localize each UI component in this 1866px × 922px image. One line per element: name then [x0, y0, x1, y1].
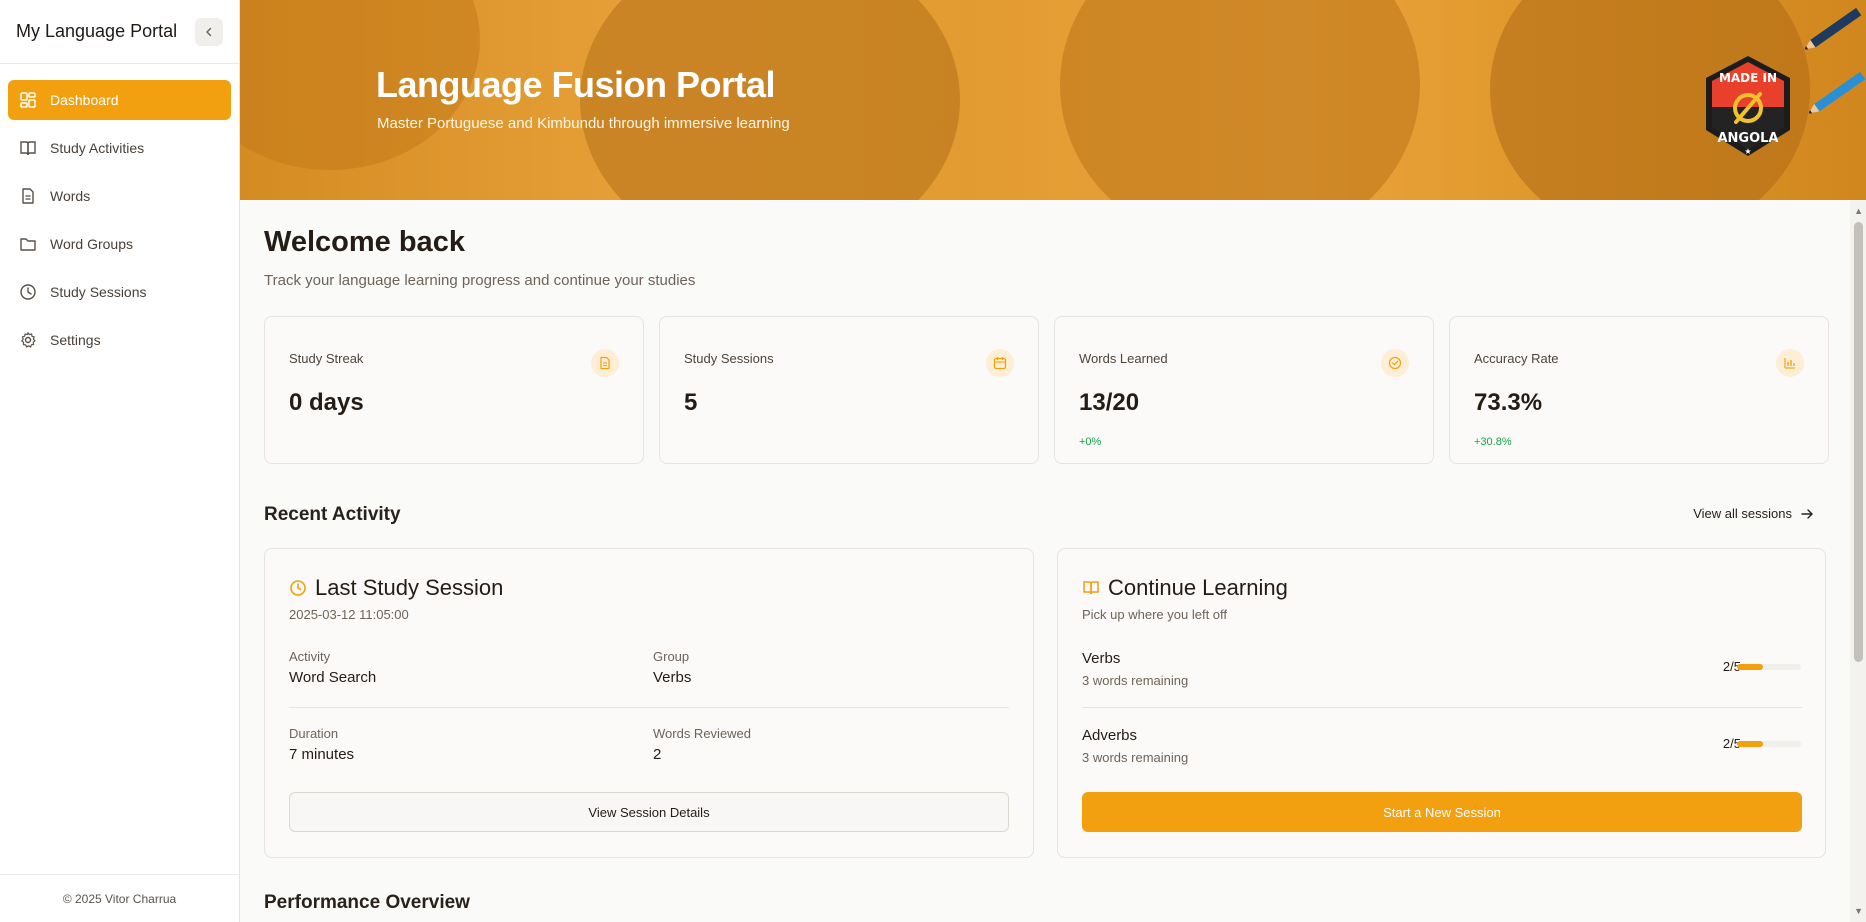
sidebar-item-dashboard[interactable]: Dashboard: [8, 80, 231, 120]
pencils-decoration: [1804, 7, 1866, 114]
welcome-subtitle: Track your language learning progress an…: [264, 272, 696, 289]
sidebar-item-study-sessions[interactable]: Study Sessions: [8, 272, 231, 312]
stat-label: Study Streak: [289, 351, 364, 366]
book-icon: [1083, 581, 1099, 595]
sidebar-item-label: Study Activities: [50, 140, 145, 156]
sidebar-item-study-activities[interactable]: Study Activities: [8, 128, 231, 168]
gear-icon: [18, 330, 38, 350]
progress-fill: [1737, 741, 1763, 747]
document-icon: [18, 186, 38, 206]
sidebar-item-settings[interactable]: Settings: [8, 320, 231, 360]
scroll-up-icon[interactable]: ▲: [1854, 206, 1863, 216]
scroll-down-icon[interactable]: ▼: [1854, 906, 1863, 916]
sidebar-item-words[interactable]: Words: [8, 176, 231, 216]
activity-label: Activity: [289, 649, 331, 664]
welcome-title: Welcome back: [264, 226, 465, 258]
words-reviewed-label: Words Reviewed: [653, 726, 752, 741]
stat-card-study-streak: Study Streak 0 days: [264, 316, 644, 464]
group-value: Verbs: [653, 669, 692, 686]
stat-label: Words Learned: [1079, 351, 1168, 366]
scrollbar-thumb[interactable]: [1854, 222, 1863, 662]
group-name: Adverbs: [1082, 727, 1138, 744]
sidebar-item-word-groups[interactable]: Word Groups: [8, 224, 231, 264]
recent-activity-title: Recent Activity: [264, 504, 401, 525]
stat-label: Study Sessions: [684, 351, 774, 366]
stat-label: Accuracy Rate: [1474, 351, 1559, 366]
stat-value: 73.3%: [1474, 389, 1543, 416]
badge-line2: ANGOLA: [1717, 131, 1778, 146]
chevron-left-icon: [206, 27, 212, 36]
calendar-icon: [986, 349, 1014, 377]
continue-learning-card: Continue Learning Pick up where you left…: [1057, 548, 1826, 858]
stat-card-study-sessions: Study Sessions 5: [659, 316, 1039, 464]
words-reviewed-value: 2: [653, 746, 662, 763]
duration-value: 7 minutes: [289, 746, 355, 763]
hero-banner: Language Fusion Portal Master Portuguese…: [240, 0, 1866, 200]
stat-value: 5: [684, 389, 698, 416]
duration-label: Duration: [289, 726, 339, 741]
card-title: Continue Learning: [1082, 575, 1288, 601]
divider: [289, 707, 1009, 708]
app-title: My Language Portal: [16, 21, 178, 41]
progress-bar: [1737, 741, 1801, 747]
sidebar-footer: © 2025 Vitor Charrua: [0, 874, 239, 922]
arrow-right-icon: [1801, 508, 1813, 519]
folder-icon: [18, 234, 38, 254]
main-content: Language Fusion Portal Master Portuguese…: [240, 0, 1866, 922]
card-title: Last Study Session: [289, 575, 503, 601]
stat-delta: +0%: [1079, 436, 1102, 448]
group-label: Group: [653, 649, 690, 664]
book-icon: [18, 138, 38, 158]
dashboard-icon: [18, 90, 38, 110]
badge-line1: MADE IN: [1719, 71, 1777, 85]
divider: [1082, 707, 1802, 708]
view-session-details-button[interactable]: View Session Details: [289, 792, 1009, 832]
continue-learning-subtitle: Pick up where you left off: [1082, 607, 1228, 622]
view-all-sessions-link[interactable]: View all sessions: [1693, 506, 1814, 521]
sidebar-item-label: Dashboard: [50, 92, 119, 108]
last-study-session-card: Last Study Session 2025-03-12 11:05:00 A…: [264, 548, 1034, 858]
document-icon: [591, 349, 619, 377]
continue-learning-title: Continue Learning: [1108, 575, 1288, 600]
group-remaining: 3 words remaining: [1082, 673, 1189, 688]
clock-icon: [18, 282, 38, 302]
start-new-session-button[interactable]: Start a New Session: [1082, 792, 1802, 832]
collapse-sidebar-button[interactable]: [195, 17, 223, 46]
activity-value: Word Search: [289, 669, 377, 686]
stat-value: 13/20: [1079, 389, 1140, 416]
hero-title: Language Fusion Portal: [376, 64, 776, 105]
sidebar-item-label: Word Groups: [50, 236, 133, 252]
sidebar-item-label: Words: [50, 188, 91, 204]
sidebar-item-label: Settings: [50, 332, 101, 348]
view-all-label: View all sessions: [1693, 506, 1792, 521]
sidebar: My Language Portal Dashboard Study Activ…: [0, 0, 240, 922]
progress-fill: [1737, 664, 1763, 670]
last-session-title: Last Study Session: [315, 575, 504, 600]
hero-subtitle: Master Portuguese and Kimbundu through i…: [377, 115, 790, 132]
svg-text:★: ★: [1744, 147, 1751, 156]
sidebar-item-label: Study Sessions: [50, 284, 147, 300]
performance-overview-title: Performance Overview: [264, 892, 470, 913]
sidebar-header: My Language Portal: [0, 0, 239, 64]
stat-value: 0 days: [289, 389, 364, 416]
progress-bar: [1737, 664, 1801, 670]
group-remaining: 3 words remaining: [1082, 750, 1189, 765]
stat-delta: +30.8%: [1474, 436, 1512, 448]
check-circle-icon: [1381, 349, 1409, 377]
stat-card-words-learned: Words Learned 13/20 +0%: [1054, 316, 1434, 464]
made-in-angola-badge: MADE IN ANGOLA ★: [1706, 56, 1790, 156]
group-name: Verbs: [1082, 650, 1121, 667]
clock-icon: [290, 580, 306, 596]
bar-chart-icon: [1776, 349, 1804, 377]
sidebar-nav: Dashboard Study Activities Words Word Gr…: [0, 64, 239, 384]
stat-card-accuracy-rate: Accuracy Rate 73.3% +30.8%: [1449, 316, 1829, 464]
last-session-timestamp: 2025-03-12 11:05:00: [289, 607, 409, 622]
